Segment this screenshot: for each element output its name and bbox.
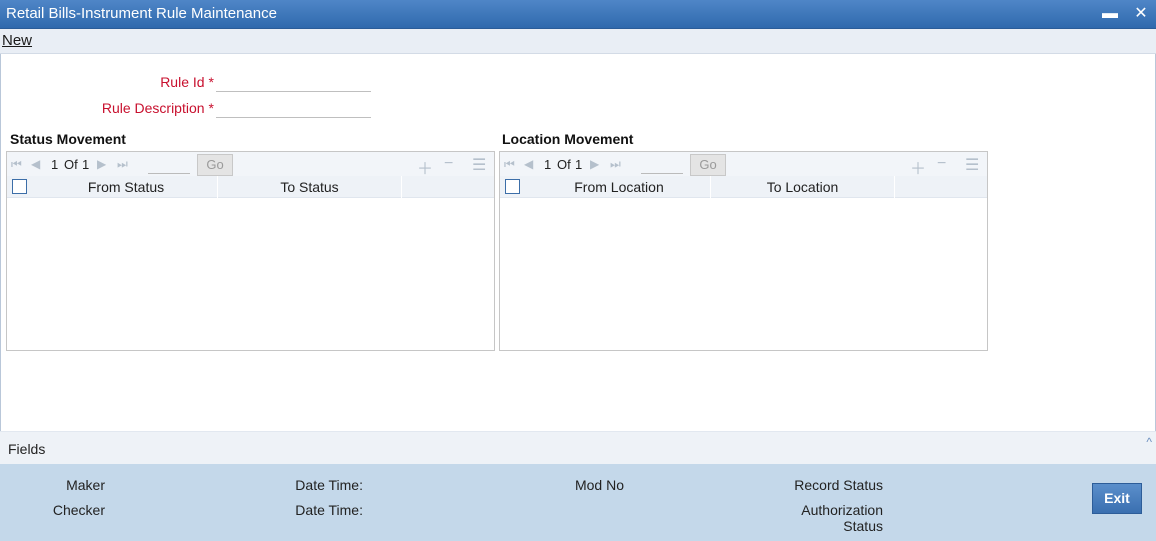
location-movement-title: Location Movement [502,131,634,147]
col-to-location: To Location [711,176,895,198]
status-movement-grid: ⏮ ◀ 1 Of 1 ▶ ⏭ Go ＋ − ☰ From Status To S… [6,151,495,351]
fields-label: Fields [8,441,46,457]
required-mark: * [208,74,214,90]
rule-description-input[interactable] [216,98,371,118]
status-page-input[interactable] [148,156,190,174]
rule-id-input[interactable] [216,72,371,92]
location-movement-grid: ⏮ ◀ 1 Of 1 ▶ ⏭ Go ＋ − ☰ From Location To… [499,151,988,351]
last-page-icon[interactable]: ⏭ [117,157,128,172]
select-all-checkbox[interactable] [505,179,520,194]
prev-page-icon[interactable]: ◀ [31,157,40,171]
col-from-status: From Status [35,176,218,198]
location-page-current: 1 [544,157,552,172]
delete-row-icon[interactable]: − [444,155,453,173]
location-page-total: 1 [575,157,583,172]
location-grid-header: From Location To Location [500,176,987,198]
select-all-checkbox[interactable] [12,179,27,194]
audit-footer: Maker Checker Date Time: Date Time: Mod … [0,464,1156,541]
status-go-button[interactable]: Go [197,154,233,176]
location-go-button[interactable]: Go [690,154,726,176]
single-view-icon[interactable]: ☰ [472,155,486,175]
status-page-current: 1 [51,157,59,172]
window-title: Retail Bills-Instrument Rule Maintenance [6,5,277,22]
status-page-of: Of [64,157,78,172]
status-grid-header: From Status To Status [7,176,494,198]
first-page-icon[interactable]: ⏮ [11,157,22,172]
rule-id-label-text: Rule Id [160,74,205,90]
last-page-icon[interactable]: ⏭ [610,157,621,172]
location-grid-toolbar: ⏮ ◀ 1 Of 1 ▶ ⏭ Go ＋ − ☰ [500,152,987,178]
minimize-icon[interactable]: ▬ [1100,4,1120,24]
rule-description-label: Rule Description * [60,100,214,116]
delete-row-icon[interactable]: − [937,155,946,173]
checker-label: Checker [52,502,105,518]
new-button[interactable]: New [2,32,32,49]
status-page-total: 1 [82,157,90,172]
title-bar: Retail Bills-Instrument Rule Maintenance… [0,0,1156,29]
menu-bar: New [0,29,1156,54]
record-status-label: Record Status [794,477,883,493]
rule-id-label: Rule Id * [100,74,214,90]
rule-description-label-text: Rule Description [101,100,205,116]
checker-date-time-label: Date Time: [295,502,363,518]
location-page-input[interactable] [641,156,683,174]
collapse-caret-icon[interactable]: ^ [1146,435,1152,449]
maker-label: Maker [66,477,105,493]
status-grid-toolbar: ⏮ ◀ 1 Of 1 ▶ ⏭ Go ＋ − ☰ [7,152,494,178]
exit-button[interactable]: Exit [1092,483,1142,514]
location-page-of: Of [557,157,571,172]
mod-no-label: Mod No [574,477,624,493]
authorization-label: Authorization [801,502,883,518]
next-page-icon[interactable]: ▶ [590,157,599,171]
status-movement-title: Status Movement [10,131,126,147]
first-page-icon[interactable]: ⏮ [504,157,515,172]
close-icon[interactable]: ✕ [1131,4,1151,24]
next-page-icon[interactable]: ▶ [97,157,106,171]
single-view-icon[interactable]: ☰ [965,155,979,175]
col-to-status: To Status [218,176,402,198]
authorization-status-label: Status [843,518,883,534]
fields-section[interactable]: Fields ^ [0,431,1156,464]
prev-page-icon[interactable]: ◀ [524,157,533,171]
required-mark: * [208,100,214,116]
maker-date-time-label: Date Time: [295,477,363,493]
col-from-location: From Location [528,176,711,198]
